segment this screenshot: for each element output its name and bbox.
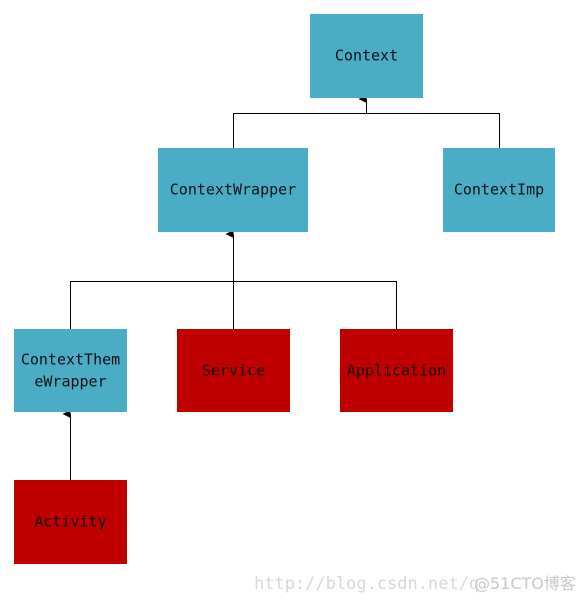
node-label: Activity (34, 513, 106, 531)
node-label: ContextImp (454, 181, 544, 199)
node-label: ContextWrapper (170, 181, 296, 199)
node-label-line2: eWrapper (34, 373, 106, 391)
node-application: Application (340, 329, 453, 412)
node-context-imp: ContextImp (443, 148, 555, 232)
node-service: Service (177, 329, 290, 412)
node-label: Context (335, 47, 398, 65)
watermark-brand: @51CTO博客 (474, 574, 576, 593)
connector-contextwrapper-children (70, 230, 397, 329)
connector-context-children (233, 95, 500, 148)
node-activity: Activity (14, 480, 127, 564)
node-label: Service (202, 362, 265, 380)
node-context: Context (310, 14, 423, 98)
node-context-theme-wrapper: ContextThem eWrapper (14, 329, 127, 412)
watermark-url: http://blog.csdn.net/q (254, 574, 479, 594)
node-label: Application (347, 362, 446, 380)
class-hierarchy-diagram: Context ContextWrapper ContextImp Contex… (14, 14, 576, 594)
node-context-wrapper: ContextWrapper (158, 148, 308, 232)
node-label-line1: ContextThem (21, 351, 120, 369)
